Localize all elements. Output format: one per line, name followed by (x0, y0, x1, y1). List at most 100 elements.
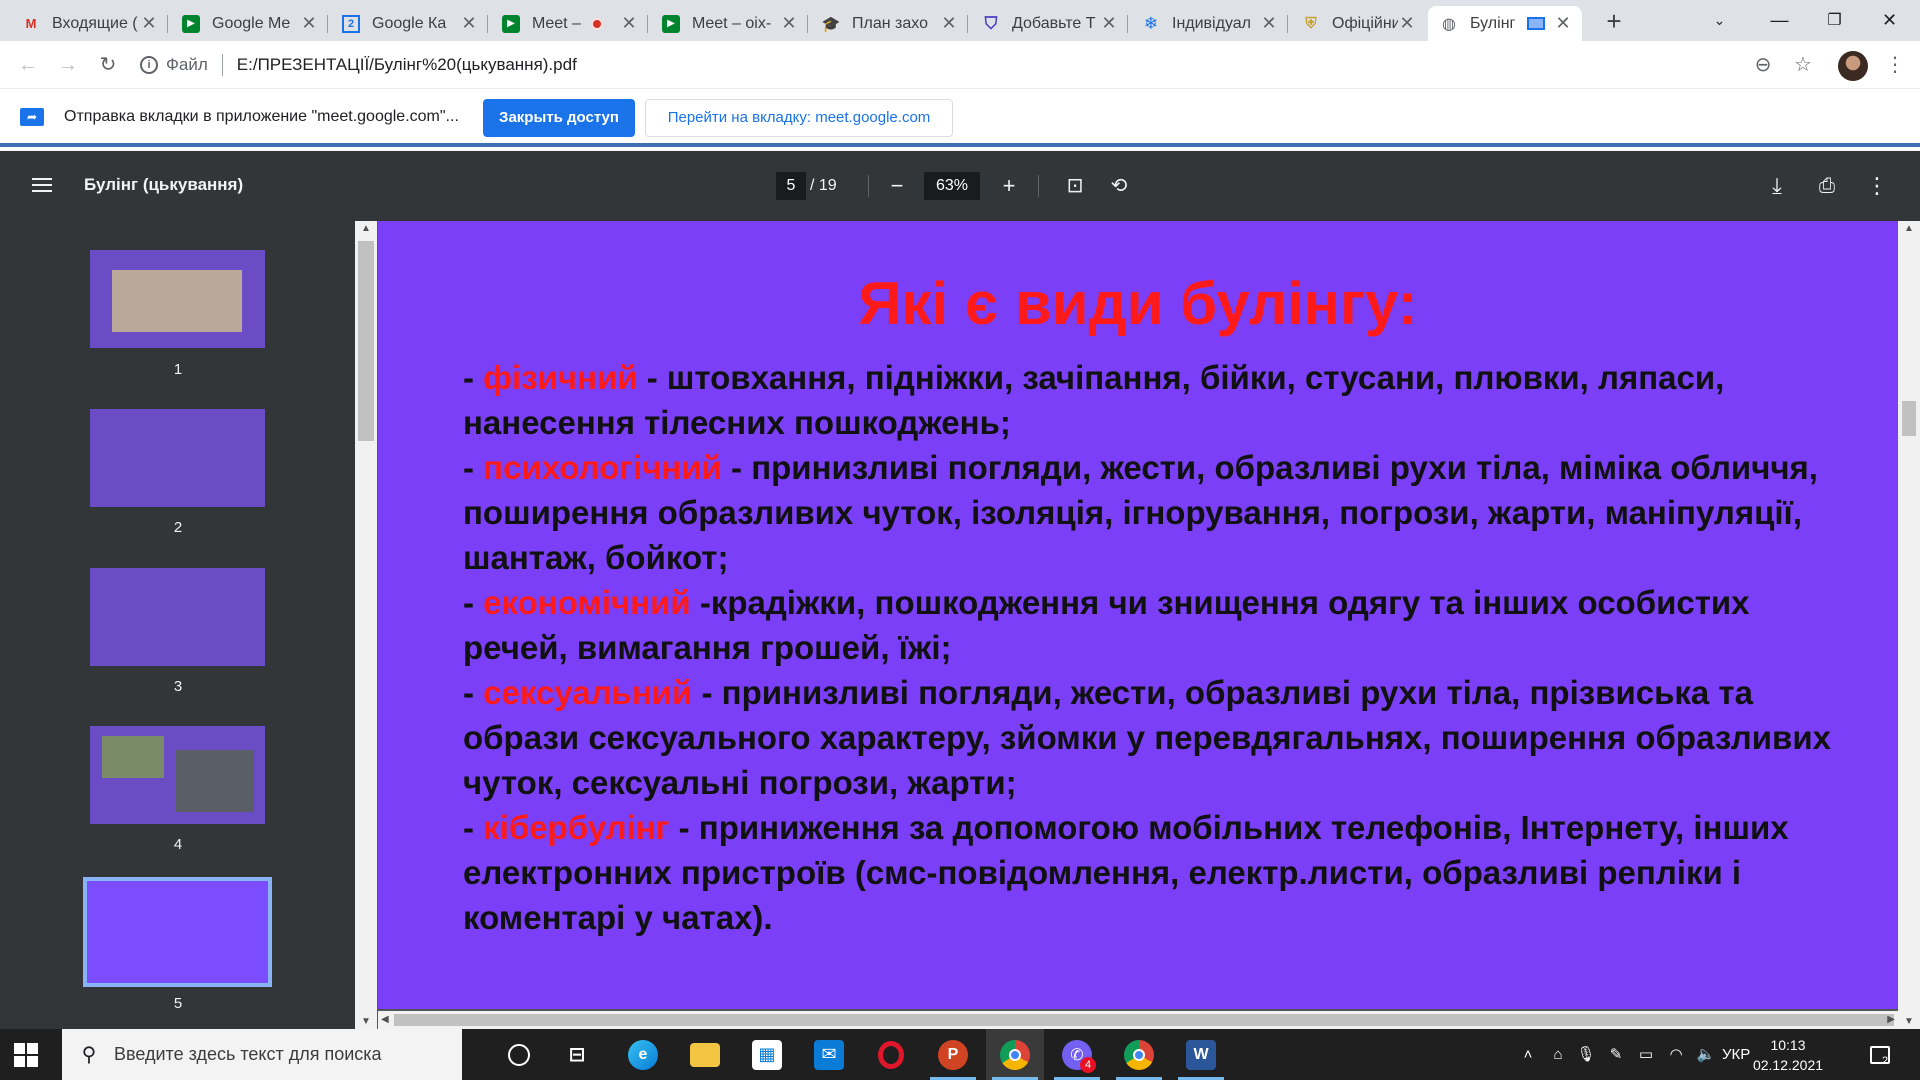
zoom-icon[interactable]: ⊖ (1748, 50, 1778, 80)
bullet-cyberbullying: - кібербулінг - приниження за допомогою … (463, 809, 1789, 936)
chrome-icon[interactable] (986, 1029, 1044, 1080)
thumbnail-page-3[interactable] (90, 568, 265, 666)
taskbar-search-placeholder: Введите здесь текст для поиска (114, 1044, 382, 1064)
zoom-in-button[interactable]: + (994, 171, 1024, 201)
close-tab-icon[interactable]: ✕ (940, 13, 958, 34)
thumbnail-scrollbar-thumb[interactable] (358, 241, 374, 441)
battery-icon[interactable]: ▭ (1634, 1029, 1658, 1080)
tab-individual[interactable]: ❄ Індивідуал ✕ (1130, 6, 1288, 41)
close-tab-icon[interactable]: ✕ (140, 13, 158, 34)
close-tab-icon[interactable]: ✕ (1100, 13, 1118, 34)
volume-icon[interactable]: 🔈 (1694, 1029, 1718, 1080)
tab-official[interactable]: ⛨ Офіційний ✕ (1290, 6, 1426, 41)
zoom-out-button[interactable]: − (882, 171, 912, 201)
powerpoint-icon[interactable]: P (924, 1029, 982, 1080)
bullet-keyword: фізичний (483, 359, 638, 396)
globe-icon: ◍ (1442, 15, 1456, 33)
restore-button[interactable]: ❐ (1807, 0, 1862, 41)
bullet-keyword: кібербулінг (483, 809, 670, 846)
minimize-button[interactable]: — (1752, 0, 1807, 41)
tab-google-calendar[interactable]: 2 Google Ка ✕ (330, 6, 488, 41)
page-number-input[interactable]: 5 (776, 172, 806, 200)
bullet-physical: - фізичний - штовхання, підніжки, зачіпа… (463, 359, 1725, 441)
wifi-icon[interactable]: ◠ (1664, 1029, 1688, 1080)
file-explorer-icon[interactable] (676, 1029, 734, 1080)
pdf-page-5: Які є види булінгу: - фізичний - штовхан… (378, 221, 1898, 1009)
page-scrollbar-thumb[interactable] (1902, 401, 1916, 436)
page-vertical-scrollbar[interactable]: ▲ ▼ (1898, 221, 1920, 1029)
address-bar[interactable]: i Файл E:/ПРЕЗЕНТАЦІЇ/Булінг%20(цькуванн… (140, 50, 577, 80)
task-view-icon[interactable] (490, 1029, 548, 1080)
tab-casting-icon (1527, 17, 1546, 30)
store-icon[interactable]: ▦ (738, 1029, 796, 1080)
tab-search-chevron-icon[interactable]: ⌄ (1692, 0, 1747, 41)
thumbnail-scrollbar[interactable]: ▲ ▼ (355, 221, 377, 1029)
device-icon[interactable]: ⌂ (1546, 1029, 1570, 1080)
bookmark-star-icon[interactable]: ☆ (1788, 50, 1818, 80)
close-tab-icon[interactable]: ✕ (620, 13, 638, 34)
forward-button[interactable]: → (52, 49, 84, 81)
microphone-icon[interactable]: 🎙 (1574, 1029, 1598, 1080)
thumbnail-page-4[interactable] (90, 726, 265, 824)
mail-icon[interactable]: ✉ (800, 1029, 858, 1080)
tab-title: Meet – (532, 14, 581, 32)
task-view-icon[interactable]: ⊟ (548, 1029, 606, 1080)
notification-count: 2 (1882, 1055, 1889, 1067)
google-meet-icon: ▶ (662, 14, 680, 33)
word-icon[interactable]: W (1172, 1029, 1230, 1080)
close-tab-icon[interactable]: ✕ (300, 13, 318, 34)
reload-button[interactable]: ↻ (92, 49, 124, 81)
tab-bullying-active[interactable]: ◍ Булінг ✕ (1428, 6, 1582, 41)
taskbar-clock[interactable]: 10:13 02.12.2021 (1746, 1035, 1830, 1075)
recording-icon (590, 17, 603, 30)
thumbnail-page-2[interactable] (90, 409, 265, 507)
viber-icon[interactable]: ✆ 4 (1048, 1029, 1106, 1080)
fit-to-page-icon[interactable]: ⊡ (1060, 171, 1090, 201)
google-meet-icon: ▶ (502, 14, 520, 33)
tab-plan[interactable]: 🎓 План захо ✕ (810, 6, 968, 41)
thumbnail-page-1[interactable] (90, 250, 265, 348)
pdf-more-icon[interactable]: ⋮ (1862, 171, 1892, 201)
print-icon[interactable]: ⎙ (1812, 171, 1842, 201)
close-tab-icon[interactable]: ✕ (1554, 13, 1572, 34)
new-tab-button[interactable]: + (1600, 7, 1628, 35)
close-tab-icon[interactable]: ✕ (1398, 13, 1416, 34)
tab-meet-oix[interactable]: ▶ Meet – oix- ✕ (650, 6, 808, 41)
page-horizontal-scrollbar[interactable]: ◀ ▶ (378, 1011, 1898, 1029)
notification-center-icon[interactable]: 2 (1860, 1029, 1900, 1080)
close-tab-icon[interactable]: ✕ (1260, 13, 1278, 34)
switch-to-tab-button[interactable]: Перейти на вкладку: meet.google.com (645, 99, 953, 137)
show-hidden-icons-chevron-icon[interactable]: ˄ (1516, 1029, 1540, 1080)
close-window-button[interactable]: ✕ (1862, 0, 1917, 41)
chrome-icon[interactable] (1110, 1029, 1168, 1080)
thumbnail-label: 1 (173, 361, 183, 378)
browser-toolbar: ← → ↻ i Файл E:/ПРЕЗЕНТАЦІЇ/Булінг%20(ць… (0, 41, 1920, 89)
zoom-level-input[interactable]: 63% (924, 172, 980, 200)
tab-title: Google Me (212, 14, 291, 32)
windows-start-icon[interactable] (14, 1043, 38, 1067)
thumbnail-page-5-selected[interactable] (83, 877, 272, 987)
tab-gmail[interactable]: M Входящие ( ✕ (10, 6, 168, 41)
pdf-menu-icon[interactable] (30, 174, 54, 198)
pen-icon[interactable]: ✎ (1604, 1029, 1628, 1080)
tab-separator (327, 15, 328, 33)
address-divider (221, 54, 223, 76)
site-info-icon[interactable]: i (140, 56, 158, 74)
horizontal-scrollbar-thumb[interactable] (394, 1014, 1894, 1026)
tab-separator (807, 15, 808, 33)
tab-meet-recording[interactable]: ▶ Meet – ✕ (490, 6, 648, 41)
tab-add[interactable]: ⛉ Добавьте Т ✕ (970, 6, 1128, 41)
tab-google-meet[interactable]: ▶ Google Me ✕ (170, 6, 328, 41)
chrome-menu-icon[interactable]: ⋮ (1880, 50, 1910, 80)
download-icon[interactable]: ⤓ (1762, 171, 1792, 201)
rotate-icon[interactable]: ⟲ (1104, 171, 1134, 201)
address-url[interactable]: E:/ПРЕЗЕНТАЦІЇ/Булінг%20(цькування).pdf (237, 55, 577, 75)
back-button[interactable]: ← (12, 49, 44, 81)
profile-avatar[interactable] (1838, 51, 1868, 81)
taskbar-search-box[interactable]: ⚲ Введите здесь текст для поиска (62, 1029, 462, 1080)
close-tab-icon[interactable]: ✕ (460, 13, 478, 34)
stop-sharing-button[interactable]: Закрыть доступ (483, 99, 635, 137)
edge-icon[interactable]: e (614, 1029, 672, 1080)
close-tab-icon[interactable]: ✕ (780, 13, 798, 34)
opera-icon[interactable] (862, 1029, 920, 1080)
